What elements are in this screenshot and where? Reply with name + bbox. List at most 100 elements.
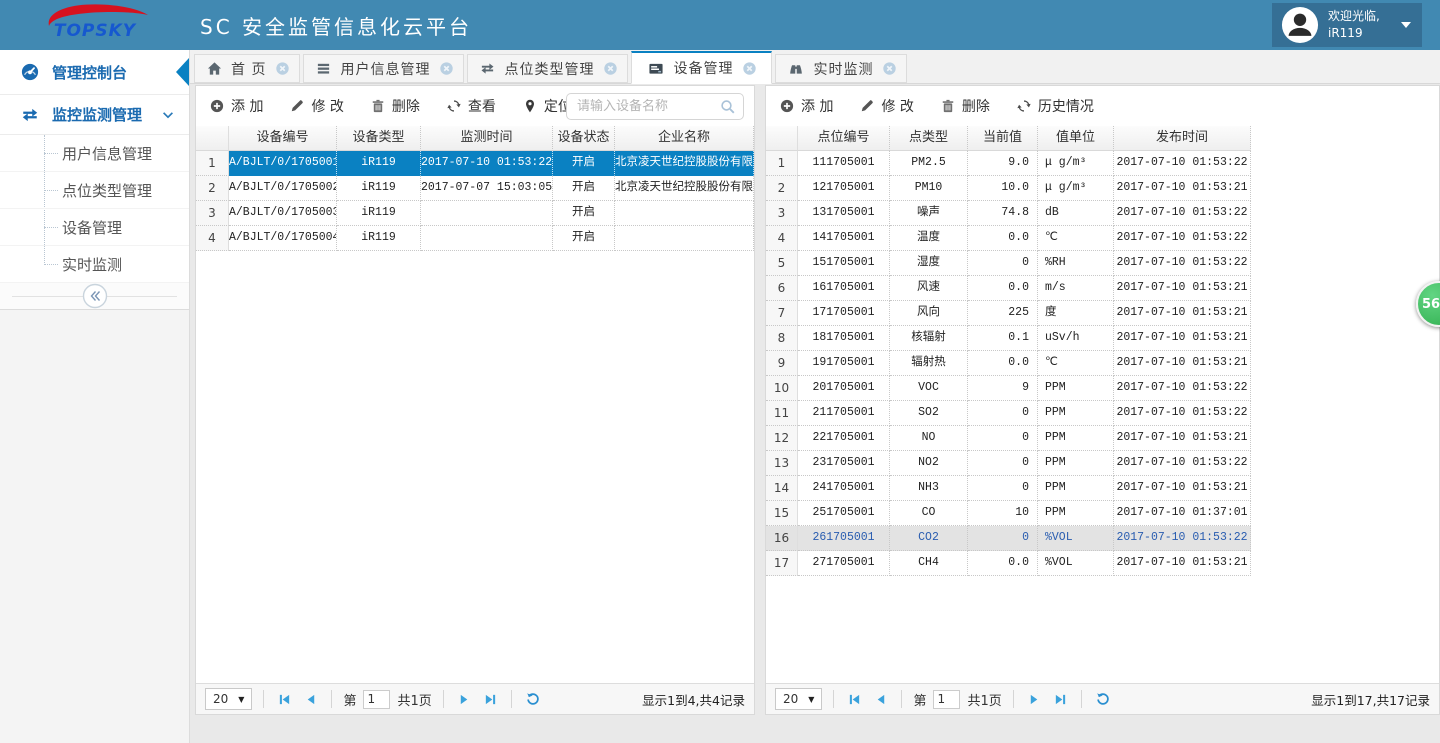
close-tab-icon[interactable] bbox=[439, 61, 454, 76]
last-page-button[interactable] bbox=[481, 693, 500, 706]
column-header[interactable]: 当前值 bbox=[968, 126, 1038, 151]
sidebar-item-user-info-mgmt[interactable]: 用户信息管理 bbox=[0, 135, 189, 172]
close-tab-icon[interactable] bbox=[275, 61, 290, 76]
page-number-input[interactable] bbox=[933, 690, 960, 709]
sidebar-item-point-type-mgmt[interactable]: 点位类型管理 bbox=[0, 172, 189, 209]
sidebar-section-monitoring[interactable]: 监控监测管理 bbox=[0, 95, 189, 135]
reload-button[interactable] bbox=[523, 692, 543, 706]
toolbar-button-label: 修 改 bbox=[311, 96, 343, 116]
sidebar-item-device-mgmt[interactable]: 设备管理 bbox=[0, 209, 189, 246]
table-row[interactable]: 12221705001NO0PPM2017-07-10 01:53:21 bbox=[766, 426, 1439, 451]
table-cell: PPM bbox=[1038, 501, 1114, 526]
table-row[interactable]: 16261705001CO20%VOL2017-07-10 01:53:22 bbox=[766, 526, 1439, 551]
locate-device-button[interactable]: 定位 bbox=[523, 96, 572, 116]
table-cell: 2017-07-10 01:53:22 bbox=[1114, 201, 1251, 226]
tab-label: 用户信息管理 bbox=[340, 59, 430, 79]
table-cell: 131705001 bbox=[798, 201, 890, 226]
add-point-button[interactable]: 添 加 bbox=[780, 96, 833, 116]
page-size-select[interactable]: 20▼ bbox=[205, 688, 252, 710]
refresh-icon bbox=[1017, 99, 1031, 113]
tab-realtime-monitor[interactable]: 实时监测 bbox=[775, 54, 907, 83]
delete-point-button[interactable]: 删除 bbox=[941, 96, 990, 116]
column-header[interactable]: 设备类型 bbox=[337, 126, 421, 151]
table-row[interactable]: 2A/BJLT/0/1705002iR1192017-07-07 15:03:0… bbox=[196, 176, 754, 201]
view-device-button[interactable]: 查看 bbox=[447, 96, 496, 116]
sidebar-item-label: 点位类型管理 bbox=[62, 180, 152, 201]
table-cell: 风向 bbox=[890, 301, 968, 326]
column-header[interactable]: 点位编号 bbox=[798, 126, 890, 151]
row-number-header bbox=[766, 126, 798, 151]
reload-button[interactable] bbox=[1093, 692, 1113, 706]
table-row[interactable]: 7171705001风向225度2017-07-10 01:53:21 bbox=[766, 301, 1439, 326]
table-row[interactable]: 3131705001噪声74.8dB2017-07-10 01:53:22 bbox=[766, 201, 1439, 226]
table-row[interactable]: 1A/BJLT/0/1705001iR1192017-07-10 01:53:2… bbox=[196, 151, 754, 176]
collapse-sidebar-button[interactable] bbox=[82, 283, 108, 309]
column-header[interactable]: 监测时间 bbox=[421, 126, 553, 151]
table-row[interactable]: 11211705001SO20PPM2017-07-10 01:53:22 bbox=[766, 401, 1439, 426]
last-page-button[interactable] bbox=[1051, 693, 1070, 706]
page-size-select[interactable]: 20▼ bbox=[775, 688, 822, 710]
column-header[interactable]: 值单位 bbox=[1038, 126, 1114, 151]
add-device-button[interactable]: 添 加 bbox=[210, 96, 263, 116]
page-prefix-label: 第 bbox=[913, 690, 926, 709]
table-cell: CO2 bbox=[890, 526, 968, 551]
separator bbox=[443, 690, 444, 708]
tab-user-info-mgmt[interactable]: 用户信息管理 bbox=[303, 54, 464, 83]
prev-page-button[interactable] bbox=[301, 693, 320, 706]
page-size-value: 20 bbox=[783, 692, 798, 706]
tab-device-mgmt[interactable]: 设备管理 bbox=[631, 51, 772, 84]
row-number-cell: 2 bbox=[766, 176, 798, 201]
table-cell: A/BJLT/0/1705003 bbox=[229, 201, 337, 226]
user-menu[interactable]: 欢迎光临, iR119 bbox=[1272, 3, 1422, 47]
row-number-cell: 5 bbox=[766, 251, 798, 276]
next-page-button[interactable] bbox=[1025, 693, 1044, 706]
table-row[interactable]: 15251705001CO10PPM2017-07-10 01:37:01 bbox=[766, 501, 1439, 526]
table-cell: 211705001 bbox=[798, 401, 890, 426]
sidebar-item-realtime-monitor[interactable]: 实时监测 bbox=[0, 246, 189, 283]
table-cell: 0.0 bbox=[968, 276, 1038, 301]
table-row[interactable]: 17271705001CH40.0%VOL2017-07-10 01:53:21 bbox=[766, 551, 1439, 576]
close-tab-icon[interactable] bbox=[882, 61, 897, 76]
table-row[interactable]: 9191705001辐射热0.0℃2017-07-10 01:53:21 bbox=[766, 351, 1439, 376]
records-summary: 显示1到17,共17记录 bbox=[1311, 690, 1430, 709]
column-header[interactable]: 企业名称 bbox=[615, 126, 754, 151]
table-row[interactable]: 4A/BJLT/0/1705004iR119开启 bbox=[196, 226, 754, 251]
table-row[interactable]: 5151705001湿度0%RH2017-07-10 01:53:22 bbox=[766, 251, 1439, 276]
column-header[interactable]: 发布时间 bbox=[1114, 126, 1251, 151]
device-pagination: 20▼第共1页显示1到4,共4记录 bbox=[196, 683, 754, 714]
table-row[interactable]: 6161705001风速0.0m/s2017-07-10 01:53:21 bbox=[766, 276, 1439, 301]
column-header[interactable]: 设备状态 bbox=[553, 126, 615, 151]
device-panel: 添 加修 改删除查看定位 设备编号设备类型监测时间设备状态企业名称1A/BJLT… bbox=[195, 85, 755, 715]
edit-point-button[interactable]: 修 改 bbox=[860, 96, 913, 116]
row-number-cell: 7 bbox=[766, 301, 798, 326]
delete-device-button[interactable]: 删除 bbox=[371, 96, 420, 116]
table-row[interactable]: 2121705001PM1010.0μ g/m³2017-07-10 01:53… bbox=[766, 176, 1439, 201]
device-search-input[interactable] bbox=[567, 99, 720, 114]
table-cell: %RH bbox=[1038, 251, 1114, 276]
table-row[interactable]: 8181705001核辐射0.1uSv/h2017-07-10 01:53:21 bbox=[766, 326, 1439, 351]
table-row[interactable]: 10201705001VOC9PPM2017-07-10 01:53:22 bbox=[766, 376, 1439, 401]
next-page-button[interactable] bbox=[455, 693, 474, 706]
sidebar-section-dashboard[interactable]: 管理控制台 bbox=[0, 50, 189, 95]
history-button[interactable]: 历史情况 bbox=[1017, 96, 1094, 116]
table-row[interactable]: 3A/BJLT/0/1705003iR119开启 bbox=[196, 201, 754, 226]
prev-page-button[interactable] bbox=[871, 693, 890, 706]
tab-home[interactable]: 首 页 bbox=[194, 54, 300, 83]
edit-device-button[interactable]: 修 改 bbox=[290, 96, 343, 116]
row-number-cell: 10 bbox=[766, 376, 798, 401]
close-tab-icon[interactable] bbox=[603, 61, 618, 76]
first-page-button[interactable] bbox=[275, 693, 294, 706]
page-number-input[interactable] bbox=[363, 690, 390, 709]
column-header[interactable]: 点类型 bbox=[890, 126, 968, 151]
table-cell: μ g/m³ bbox=[1038, 176, 1114, 201]
tab-point-type-mgmt[interactable]: 点位类型管理 bbox=[467, 54, 628, 83]
close-tab-icon[interactable] bbox=[742, 61, 757, 76]
table-row[interactable]: 14241705001NH30PPM2017-07-10 01:53:21 bbox=[766, 476, 1439, 501]
row-number-cell: 1 bbox=[196, 151, 229, 176]
first-page-button[interactable] bbox=[845, 693, 864, 706]
table-row[interactable]: 4141705001温度0.0℃2017-07-10 01:53:22 bbox=[766, 226, 1439, 251]
column-header[interactable]: 设备编号 bbox=[229, 126, 337, 151]
table-row[interactable]: 13231705001NO20PPM2017-07-10 01:53:22 bbox=[766, 451, 1439, 476]
table-cell: 2017-07-10 01:53:22 bbox=[421, 151, 553, 176]
table-row[interactable]: 1111705001PM2.59.0μ g/m³2017-07-10 01:53… bbox=[766, 151, 1439, 176]
